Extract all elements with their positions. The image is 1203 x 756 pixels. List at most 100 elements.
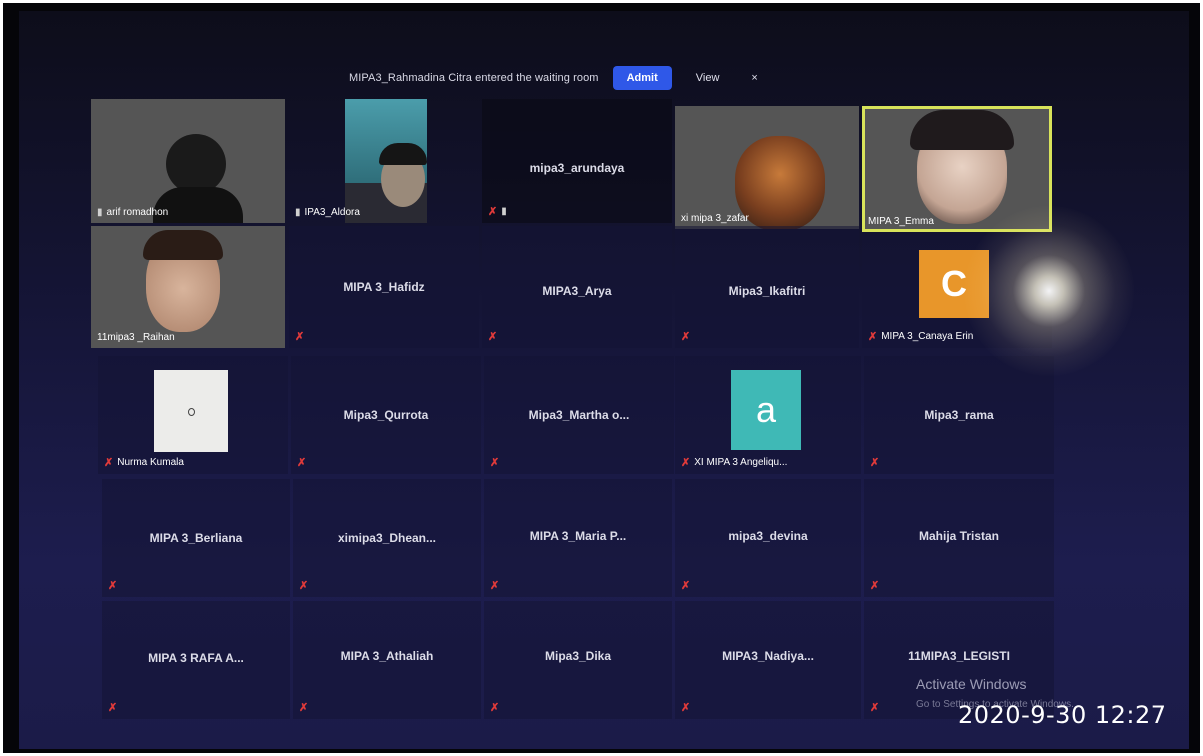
video-tile-arif[interactable]: ▮ arif romadhon — [91, 99, 285, 223]
participant-hair — [143, 230, 223, 260]
meeting-screen: MIPA3_Rahmadina Citra entered the waitin… — [19, 11, 1189, 749]
photo-frame: MIPA3_Rahmadina Citra entered the waitin… — [3, 3, 1200, 753]
participant-hair — [910, 110, 1014, 150]
participant-nametag: ✗ — [490, 579, 499, 592]
photo-timestamp: 2020-9-30 12:27 — [958, 701, 1167, 729]
mic-off-icon: ✗ — [870, 702, 880, 714]
video-tile-athaliah[interactable]: MIPA 3_Athaliah ✗ — [293, 601, 481, 719]
waiting-room-message: MIPA3_Rahmadina Citra entered the waitin… — [349, 72, 599, 84]
admit-button[interactable]: Admit — [612, 66, 672, 90]
mic-off-icon: ✗ — [488, 206, 498, 218]
video-tile-martha[interactable]: Mipa3_Martha o... ✗ — [484, 356, 674, 474]
participant-name: Mipa3_Martha o... — [528, 408, 630, 422]
activate-windows-title: Activate Windows — [916, 676, 1027, 692]
participant-nametag: ✗ — [108, 701, 117, 714]
participant-name: MIPA 3_Berliana — [149, 531, 243, 545]
mic-off-icon: ✗ — [681, 702, 691, 714]
participant-nametag: ✗ — [681, 330, 690, 343]
close-icon[interactable]: × — [751, 72, 757, 84]
participant-name: Nurma Kumala — [117, 457, 184, 468]
pin-icon: ▮ — [97, 207, 103, 218]
participant-name: MIPA3_Nadiya... — [722, 649, 814, 663]
participant-nametag: ✗ XI MIPA 3 Angeliqu... — [681, 456, 787, 469]
participant-name: XI MIPA 3 Angeliqu... — [694, 457, 788, 468]
video-tile-angelique[interactable]: a ✗ XI MIPA 3 Angeliqu... — [675, 356, 861, 474]
participant-nametag: ▮ arif romadhon — [97, 207, 168, 218]
participant-nametag: ✗ — [297, 456, 306, 469]
mic-off-icon: ✗ — [681, 457, 691, 469]
video-tile-devina[interactable]: mipa3_devina ✗ — [675, 479, 861, 597]
video-tile-aldora[interactable]: ▮ IPA3_Aldora — [289, 99, 479, 223]
participant-hair — [379, 143, 427, 165]
participant-nametag: ✗ — [488, 330, 497, 343]
participant-nametag: 11mipa3 _Raihan — [97, 332, 175, 343]
mic-off-icon: ✗ — [299, 580, 309, 592]
avatar-mark — [188, 408, 195, 416]
participant-nametag: ✗ — [299, 701, 308, 714]
participant-nametag: ✗ — [108, 579, 117, 592]
avatar — [154, 370, 228, 452]
participant-name: MIPA3_Arya — [542, 284, 612, 298]
participant-nametag: ✗ — [681, 701, 690, 714]
participant-nametag: ✗ — [490, 456, 499, 469]
video-tile-raihan[interactable]: 11mipa3 _Raihan — [91, 226, 285, 348]
video-tile-ikafitri[interactable]: Mipa3_Ikafitri ✗ — [675, 226, 859, 348]
mic-off-icon: ✗ — [681, 331, 691, 343]
pin-icon: ▮ — [295, 207, 301, 218]
participant-nametag: MIPA 3_Emma — [868, 216, 934, 227]
participant-name: MIPA 3_Athaliah — [340, 649, 434, 663]
participant-nametag: ✗ — [299, 579, 308, 592]
participant-name: Mipa3_rama — [924, 408, 994, 422]
video-tile-tristan[interactable]: Mahija Tristan ✗ — [864, 479, 1054, 597]
avatar: C — [919, 250, 989, 318]
participant-nametag: ✗ — [490, 701, 499, 714]
video-tile-dika[interactable]: Mipa3_Dika ✗ — [484, 601, 672, 719]
participant-video — [345, 99, 427, 223]
mic-off-icon: ✗ — [108, 702, 118, 714]
mic-off-icon: ✗ — [490, 457, 500, 469]
mic-off-icon: ✗ — [870, 580, 880, 592]
video-tile-qurrota[interactable]: Mipa3_Qurrota ✗ — [291, 356, 481, 474]
video-tile-berliana[interactable]: MIPA 3_Berliana ✗ — [102, 479, 290, 597]
participant-name: MIPA 3_Emma — [868, 216, 934, 227]
participant-nametag: ✗ — [681, 579, 690, 592]
mic-off-icon: ✗ — [488, 331, 498, 343]
mic-off-icon: ✗ — [295, 331, 305, 343]
pin-icon: ▮ — [501, 206, 507, 217]
participant-name: xi mipa 3_zafar — [681, 213, 749, 224]
participant-name: MIPA 3 RAFA A... — [148, 651, 244, 665]
video-tile-canaya[interactable]: C ✗ MIPA 3_Canaya Erin — [862, 236, 1052, 348]
mic-off-icon: ✗ — [681, 580, 691, 592]
video-tile-zafar[interactable]: xi mipa 3_zafar — [675, 106, 859, 229]
participant-name: MIPA 3_Hafidz — [343, 280, 425, 294]
participant-name: 11MIPA3_LEGISTI — [908, 649, 1010, 663]
video-tile-rama[interactable]: Mipa3_rama ✗ — [864, 356, 1054, 474]
mic-off-icon: ✗ — [104, 457, 114, 469]
participant-name: MIPA 3_Maria P... — [529, 529, 627, 543]
video-tile-maria[interactable]: MIPA 3_Maria P... ✗ — [484, 479, 672, 597]
participant-nametag: xi mipa 3_zafar — [681, 213, 749, 224]
video-tile-hafidz[interactable]: MIPA 3_Hafidz ✗ — [289, 226, 479, 348]
participant-nametag: ✗ — [870, 456, 879, 469]
participant-video — [166, 134, 226, 194]
video-tile-rafa[interactable]: MIPA 3 RAFA A... ✗ — [102, 601, 290, 719]
video-tile-nurma[interactable]: ✗ Nurma Kumala — [98, 356, 288, 474]
video-tile-nadiya[interactable]: MIPA3_Nadiya... ✗ — [675, 601, 861, 719]
participant-nametag: ✗ — [870, 579, 879, 592]
view-button[interactable]: View — [696, 72, 720, 84]
video-tile-dhean[interactable]: ximipa3_Dhean... ✗ — [293, 479, 481, 597]
participant-name: Mipa3_Qurrota — [343, 408, 429, 422]
participant-name: Mipa3_Ikafitri — [728, 284, 806, 298]
video-tile-arya[interactable]: MIPA3_Arya ✗ — [482, 226, 672, 348]
participant-name: MIPA 3_Canaya Erin — [881, 331, 974, 342]
participant-nametag: ✗ — [870, 701, 879, 714]
participant-name: mipa3_devina — [728, 529, 808, 543]
mic-off-icon: ✗ — [868, 331, 878, 343]
video-tile-emma[interactable]: MIPA 3_Emma — [862, 106, 1052, 232]
video-tile-arundaya[interactable]: mipa3_arundaya ✗ ▮ — [482, 99, 672, 223]
mic-off-icon: ✗ — [108, 580, 118, 592]
participant-nametag: ✗ Nurma Kumala — [104, 456, 184, 469]
mic-off-icon: ✗ — [870, 457, 880, 469]
mic-off-icon: ✗ — [299, 702, 309, 714]
participant-name: 11mipa3 _Raihan — [97, 332, 175, 343]
